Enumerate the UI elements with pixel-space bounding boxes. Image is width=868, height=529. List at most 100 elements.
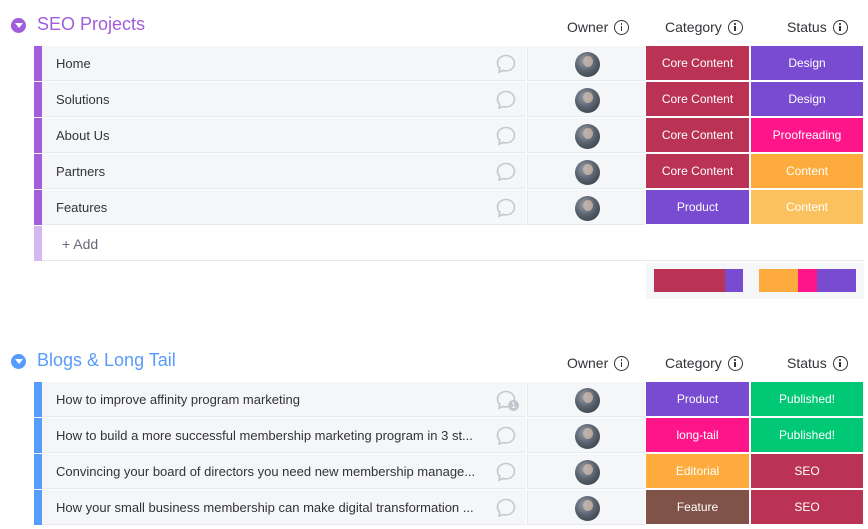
item-name-cell[interactable]: Features — [42, 190, 526, 225]
column-header-category[interactable]: Category — [665, 19, 743, 35]
row-color-bar[interactable] — [34, 382, 42, 417]
status-label[interactable]: Design — [751, 46, 863, 81]
table-row[interactable]: How to improve affinity program marketin… — [34, 382, 864, 417]
comment-icon[interactable] — [495, 89, 517, 111]
category-label[interactable]: Feature — [646, 490, 749, 525]
item-name-cell[interactable]: Home — [42, 46, 526, 81]
avatar[interactable] — [575, 460, 600, 485]
table-row[interactable]: Solutions Core Content Design — [34, 82, 864, 117]
category-label[interactable]: Core Content — [646, 118, 749, 153]
status-label[interactable]: Content — [751, 190, 863, 225]
owner-cell[interactable] — [527, 418, 645, 453]
status-label[interactable]: SEO — [751, 454, 863, 489]
category-label[interactable]: Editorial — [646, 454, 749, 489]
avatar[interactable] — [575, 424, 600, 449]
column-header-category[interactable]: Category — [665, 355, 743, 371]
category-label[interactable]: Product — [646, 190, 749, 225]
add-item-row[interactable]: + Add — [34, 226, 864, 261]
category-summary-bar[interactable] — [654, 269, 743, 292]
owner-cell[interactable] — [527, 82, 645, 117]
info-icon[interactable] — [614, 355, 630, 371]
info-icon[interactable] — [832, 355, 848, 371]
row-color-bar[interactable] — [34, 118, 42, 153]
owner-cell[interactable] — [527, 154, 645, 189]
table-row[interactable]: Features Product Content — [34, 190, 864, 225]
item-name[interactable]: Partners — [56, 164, 105, 179]
item-name[interactable]: Solutions — [56, 92, 109, 107]
item-name-cell[interactable]: How to build a more successful membershi… — [42, 418, 526, 453]
row-color-bar[interactable] — [34, 190, 42, 225]
add-item-button[interactable]: + Add — [62, 236, 98, 252]
row-color-bar[interactable] — [34, 46, 42, 81]
table-row[interactable]: How to build a more successful membershi… — [34, 418, 864, 453]
owner-cell[interactable] — [527, 190, 645, 225]
category-label[interactable]: long-tail — [646, 418, 749, 453]
info-icon[interactable] — [727, 355, 743, 371]
item-name[interactable]: Features — [56, 200, 107, 215]
item-name-cell[interactable]: How to improve affinity program marketin… — [42, 382, 526, 417]
category-label[interactable]: Product — [646, 382, 749, 417]
category-label[interactable]: Core Content — [646, 154, 749, 189]
column-header-owner[interactable]: Owner — [567, 19, 630, 35]
status-label[interactable]: Content — [751, 154, 863, 189]
avatar[interactable] — [575, 496, 600, 521]
row-color-bar[interactable] — [34, 82, 42, 117]
item-name-cell[interactable]: About Us — [42, 118, 526, 153]
status-label[interactable]: SEO — [751, 490, 863, 525]
row-color-bar[interactable] — [34, 454, 42, 489]
item-name-cell[interactable]: Solutions — [42, 82, 526, 117]
status-label[interactable]: Proofreading — [751, 118, 863, 153]
owner-cell[interactable] — [527, 46, 645, 81]
item-name[interactable]: How to improve affinity program marketin… — [56, 392, 300, 407]
avatar[interactable] — [575, 160, 600, 185]
owner-cell[interactable] — [527, 118, 645, 153]
item-name[interactable]: Convincing your board of directors you n… — [56, 464, 475, 479]
comment-icon[interactable] — [495, 425, 517, 447]
comment-icon[interactable] — [495, 161, 517, 183]
table-row[interactable]: Home Core Content Design — [34, 46, 864, 81]
item-name-cell[interactable]: How your small business membership can m… — [42, 490, 526, 525]
table-row[interactable]: Convincing your board of directors you n… — [34, 454, 864, 489]
comment-icon[interactable] — [495, 53, 517, 75]
avatar[interactable] — [575, 196, 600, 221]
item-name[interactable]: How to build a more successful membershi… — [56, 428, 473, 443]
owner-cell[interactable] — [527, 382, 645, 417]
collapse-group-icon[interactable] — [11, 354, 26, 369]
item-name[interactable]: About Us — [56, 128, 109, 143]
comment-icon[interactable] — [495, 125, 517, 147]
table-row[interactable]: About Us Core Content Proofreading — [34, 118, 864, 153]
column-header-status[interactable]: Status — [787, 19, 848, 35]
comment-icon[interactable] — [495, 497, 517, 519]
collapse-group-icon[interactable] — [11, 18, 26, 33]
item-name[interactable]: Home — [56, 56, 91, 71]
comment-icon[interactable] — [495, 461, 517, 483]
row-color-bar[interactable] — [34, 490, 42, 525]
avatar[interactable] — [575, 52, 600, 77]
avatar[interactable] — [575, 388, 600, 413]
status-label[interactable]: Published! — [751, 418, 863, 453]
status-summary-bar[interactable] — [759, 269, 856, 292]
avatar[interactable] — [575, 88, 600, 113]
avatar[interactable] — [575, 124, 600, 149]
info-icon[interactable] — [614, 19, 630, 35]
item-name[interactable]: How your small business membership can m… — [56, 500, 474, 515]
owner-cell[interactable] — [527, 490, 645, 525]
owner-cell[interactable] — [527, 454, 645, 489]
add-item-cell[interactable]: + Add — [42, 226, 864, 261]
row-color-bar[interactable] — [34, 418, 42, 453]
table-row[interactable]: How your small business membership can m… — [34, 490, 864, 525]
category-label[interactable]: Core Content — [646, 82, 749, 117]
column-header-owner[interactable]: Owner — [567, 355, 630, 371]
category-label[interactable]: Core Content — [646, 46, 749, 81]
info-icon[interactable] — [832, 19, 848, 35]
info-icon[interactable] — [727, 19, 743, 35]
row-color-bar[interactable] — [34, 154, 42, 189]
status-label[interactable]: Design — [751, 82, 863, 117]
group-title[interactable]: Blogs & Long Tail — [37, 350, 176, 371]
status-label[interactable]: Published! — [751, 382, 863, 417]
item-name-cell[interactable]: Partners — [42, 154, 526, 189]
column-header-status[interactable]: Status — [787, 355, 848, 371]
table-row[interactable]: Partners Core Content Content — [34, 154, 864, 189]
comment-icon[interactable] — [495, 197, 517, 219]
group-title[interactable]: SEO Projects — [37, 14, 145, 35]
